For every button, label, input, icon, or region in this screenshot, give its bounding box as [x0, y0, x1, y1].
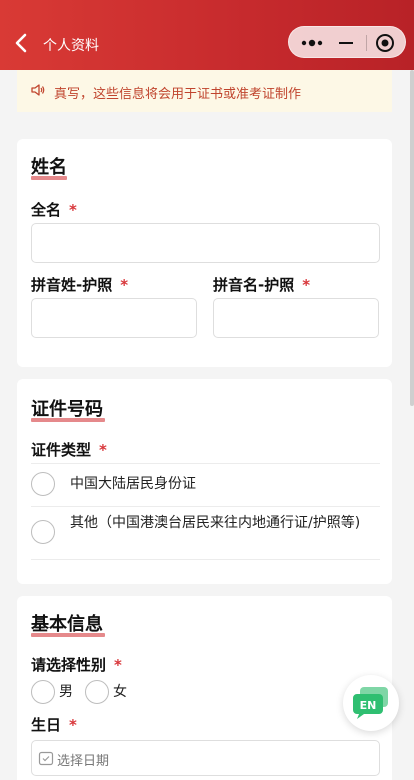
language-switch-button[interactable]: EN [343, 675, 399, 731]
required-mark: * [114, 656, 122, 674]
date-placeholder: 选择日期 [57, 754, 110, 769]
minimize-icon[interactable] [339, 42, 353, 44]
nav-header: 个人资料 [0, 0, 414, 70]
chevron-left-icon[interactable] [12, 31, 32, 55]
fab-label: EN [360, 699, 377, 712]
radio-other-id[interactable] [31, 520, 55, 544]
speaker-icon [31, 84, 45, 96]
gender-label: 请选择性别 * [31, 656, 122, 674]
capsule-divider [366, 35, 367, 51]
id-card: 证件号码 证件类型 * 中国大陆居民身份证 其他（中国港澳台居民来往内地通行证/护… [17, 379, 392, 584]
pinyin-surname-input[interactable] [31, 298, 197, 338]
full-name-input[interactable] [31, 223, 380, 263]
required-mark: * [69, 716, 77, 734]
mini-program-capsule [288, 26, 406, 58]
pinyin-given-input[interactable] [213, 298, 379, 338]
page-title: 个人资料 [43, 38, 99, 54]
divider [31, 506, 380, 507]
required-mark: * [69, 201, 77, 219]
more-dots-icon[interactable] [299, 34, 325, 52]
id-type-label: 证件类型 * [31, 441, 107, 459]
required-mark: * [99, 441, 107, 459]
calendar-icon [38, 751, 54, 766]
name-card: 姓名 全名 * 拼音姓-护照 * 拼音名-护照 * [17, 139, 392, 367]
radio-mainland-id[interactable] [31, 472, 55, 496]
gender-option: 女 [113, 684, 127, 700]
radio-female[interactable] [85, 680, 109, 704]
section-underline [31, 418, 105, 422]
notice-bar: 真写，这些信息将会用于证书或准考证制作 [17, 70, 392, 112]
section-underline [31, 633, 105, 637]
divider [31, 559, 380, 560]
birthday-date-picker[interactable]: 选择日期 [31, 740, 380, 776]
option-label: 中国大陆居民身份证 [70, 476, 196, 492]
required-mark: * [120, 276, 129, 294]
pinyin-surname-label: 拼音姓-护照 * [31, 276, 129, 294]
birthday-label: 生日 * [31, 716, 77, 734]
gender-option: 男 [59, 684, 73, 700]
scrollbar[interactable] [410, 70, 414, 406]
chat-bubble-icon: EN [353, 687, 388, 719]
required-mark: * [302, 276, 311, 294]
full-name-label: 全名 * [31, 201, 77, 219]
divider [31, 463, 380, 464]
radio-male[interactable] [31, 680, 55, 704]
close-target-icon[interactable] [375, 33, 395, 53]
section-underline [31, 176, 67, 180]
notice-text: 真写，这些信息将会用于证书或准考证制作 [54, 87, 302, 102]
option-label: 其他（中国港澳台居民来往内地通行证/护照等) [70, 515, 361, 531]
pinyin-given-label: 拼音名-护照 * [213, 276, 311, 294]
